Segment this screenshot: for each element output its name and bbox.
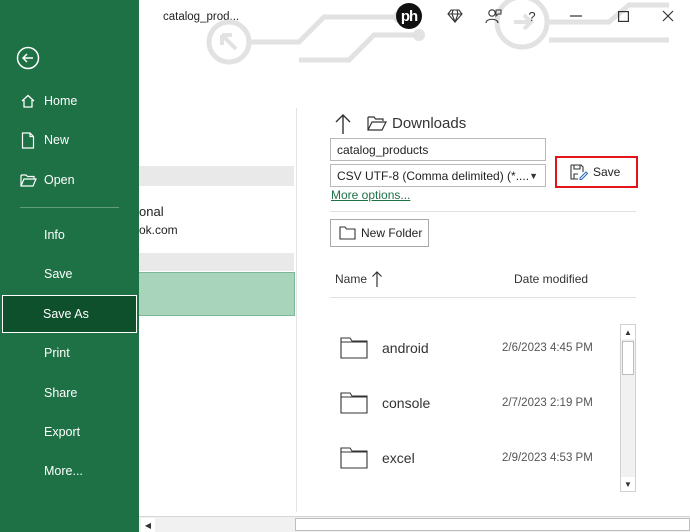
- nav-save-as[interactable]: Save As: [2, 295, 137, 333]
- nav-save-label: Save: [44, 267, 73, 281]
- nav-info[interactable]: Info: [0, 217, 139, 253]
- nav-print-label: Print: [44, 346, 70, 360]
- location-account-email: ok.com: [139, 223, 178, 237]
- folder-name: android: [382, 340, 429, 356]
- breadcrumb[interactable]: Downloads: [392, 115, 466, 132]
- list-item[interactable]: excel 2/9/2023 4:53 PM: [330, 435, 618, 485]
- location-account-name[interactable]: onal: [139, 204, 164, 219]
- divider: [330, 297, 636, 298]
- pane-divider: [296, 108, 297, 512]
- nav-save[interactable]: Save: [0, 256, 139, 292]
- ph-logo: ph: [396, 3, 422, 29]
- filename-input[interactable]: [330, 138, 546, 161]
- list-item[interactable]: console 2/7/2023 2:19 PM: [330, 380, 618, 430]
- folder-name: console: [382, 395, 431, 411]
- minimize-icon[interactable]: [566, 7, 586, 25]
- folder-name: excel: [382, 450, 415, 466]
- nav-new[interactable]: New: [0, 122, 139, 158]
- scroll-down-icon[interactable]: ▼: [621, 477, 635, 491]
- scroll-thumb[interactable]: [295, 518, 690, 531]
- location-selected-item[interactable]: [139, 272, 295, 316]
- nav-divider: [20, 207, 119, 208]
- chevron-down-icon: ▼: [529, 170, 538, 181]
- nav-home[interactable]: Home: [0, 83, 139, 119]
- sort-ascending-icon: [372, 271, 382, 287]
- scroll-up-icon[interactable]: ▲: [621, 325, 635, 339]
- divider: [330, 211, 636, 212]
- folder-date: 2/7/2023 2:19 PM: [502, 397, 593, 409]
- file-type-dropdown[interactable]: CSV UTF-8 (Comma delimited) (*.... ▼: [330, 164, 546, 187]
- nav-info-label: Info: [44, 228, 65, 242]
- open-folder-icon: [19, 171, 37, 189]
- nav-home-label: Home: [44, 94, 78, 108]
- location-group-header: [139, 166, 294, 186]
- location-group-header: [139, 253, 294, 271]
- list-item[interactable]: android 2/6/2023 4:45 PM: [330, 325, 618, 375]
- nav-open[interactable]: Open: [0, 162, 139, 198]
- back-arrow-icon[interactable]: [16, 46, 40, 70]
- coauthor-icon[interactable]: [483, 7, 503, 25]
- title-bar: catalog_prod... ph ?: [139, 0, 690, 65]
- nav-export[interactable]: Export: [0, 414, 139, 450]
- nav-export-label: Export: [44, 425, 81, 439]
- folder-date: 2/9/2023 4:53 PM: [502, 452, 593, 464]
- scroll-thumb[interactable]: [622, 341, 634, 375]
- new-folder-label: New Folder: [361, 226, 423, 240]
- column-header-name[interactable]: Name: [335, 272, 367, 286]
- save-button-label: Save: [593, 165, 621, 179]
- new-folder-icon: [339, 226, 356, 240]
- scroll-left-icon[interactable]: ◀: [141, 518, 155, 532]
- nav-more[interactable]: More...: [0, 453, 139, 489]
- new-folder-button[interactable]: New Folder: [330, 219, 429, 247]
- more-options-link[interactable]: More options...: [331, 188, 410, 202]
- folder-icon: [340, 447, 368, 469]
- maximize-icon[interactable]: [613, 7, 633, 25]
- nav-share-label: Share: [44, 386, 78, 400]
- help-icon[interactable]: ?: [522, 7, 542, 25]
- nav-more-label: More...: [44, 464, 83, 478]
- nav-open-label: Open: [44, 173, 75, 187]
- backstage-nav: Home New Open Info Save Save As Print Sh…: [0, 0, 139, 532]
- nav-new-label: New: [44, 133, 70, 147]
- folder-icon: [367, 116, 387, 131]
- diamond-icon[interactable]: [445, 7, 465, 25]
- home-icon: [19, 92, 37, 110]
- nav-save-as-label: Save As: [43, 307, 89, 321]
- nav-share[interactable]: Share: [0, 375, 139, 411]
- folder-icon: [340, 392, 368, 414]
- folder-icon: [340, 337, 368, 359]
- up-arrow-icon[interactable]: [333, 113, 353, 135]
- column-header-date[interactable]: Date modified: [514, 272, 588, 286]
- save-icon: [570, 164, 588, 180]
- circuit-decoration-icon: [206, 0, 669, 65]
- file-type-value: CSV UTF-8 (Comma delimited) (*....: [337, 168, 530, 183]
- close-icon[interactable]: [658, 7, 678, 25]
- vertical-scrollbar[interactable]: ▲ ▼: [620, 324, 636, 492]
- save-button[interactable]: Save: [560, 161, 633, 183]
- new-document-icon: [19, 131, 37, 149]
- horizontal-scrollbar[interactable]: ◀: [139, 516, 690, 532]
- nav-print[interactable]: Print: [0, 335, 139, 371]
- folder-date: 2/6/2023 4:45 PM: [502, 342, 593, 354]
- ph-logo-text: ph: [400, 7, 418, 25]
